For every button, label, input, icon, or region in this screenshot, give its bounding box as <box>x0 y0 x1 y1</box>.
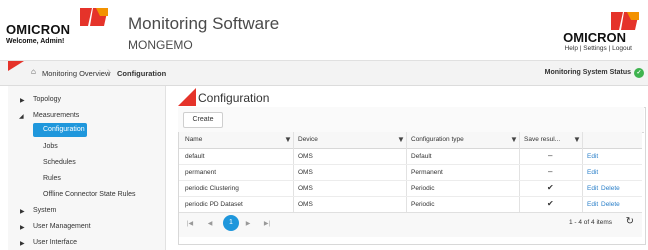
header-links: Help | Settings | Logout <box>565 45 632 52</box>
delete-link[interactable]: Delete <box>601 201 620 208</box>
create-button[interactable]: Create <box>183 112 223 128</box>
cell-type: Permanent <box>411 169 443 176</box>
sidebar-item-measurements[interactable]: Measurements <box>33 112 79 119</box>
sidebar-item-user-management[interactable]: User Management <box>33 223 91 230</box>
cell-device: OMS <box>298 185 313 192</box>
omicron-logo-mark-right <box>611 12 639 30</box>
last-page-icon[interactable]: ▶| <box>261 218 273 230</box>
chevron-right-icon[interactable]: ▶ <box>20 97 25 104</box>
cell-type: Periodic <box>411 201 435 208</box>
breadcrumb-current: Configuration <box>117 69 167 78</box>
status-label[interactable]: Monitoring System Status <box>545 69 631 76</box>
cell-device: OMS <box>298 169 313 176</box>
chevron-right-icon: › <box>107 66 111 77</box>
chevron-down-icon[interactable]: ◢ <box>19 113 24 120</box>
edit-link[interactable]: Edit <box>587 169 598 176</box>
filter-icon[interactable]: ▼ <box>510 135 518 144</box>
app-header: OMICRON Welcome, Admin! Monitoring Softw… <box>0 0 648 61</box>
logout-link[interactable]: Logout <box>612 45 632 52</box>
cell-type: Default <box>411 153 432 160</box>
cell-name: permanent <box>185 169 217 176</box>
checkmark-icon: ✔ <box>547 199 554 208</box>
cell-name: periodic PD Dataset <box>185 201 243 208</box>
next-page-icon[interactable]: ▶ <box>242 218 254 230</box>
delete-link[interactable]: Delete <box>601 185 620 192</box>
dash-icon: – <box>548 167 553 176</box>
sidebar-item-offline-connector-state-rules[interactable]: Offline Connector State Rules <box>43 191 135 198</box>
cell-name: periodic Clustering <box>185 185 239 192</box>
sidebar-item-rules[interactable]: Rules <box>43 175 61 182</box>
edit-link[interactable]: Edit <box>587 153 598 160</box>
column-header-configuration-type[interactable]: Configuration type <box>411 136 464 143</box>
edit-link[interactable]: Edit <box>587 201 598 208</box>
omicron-logo-mark <box>80 8 108 26</box>
checkmark-icon: ✔ <box>547 183 554 192</box>
home-icon[interactable]: ⌂ <box>31 67 36 76</box>
column-header-save-results[interactable]: Save resul... <box>524 136 560 143</box>
grid-toolbar <box>178 107 644 133</box>
filter-icon[interactable]: ▼ <box>284 135 292 144</box>
pager-summary: 1 - 4 of 4 items <box>569 219 612 226</box>
sidebar-item-schedules[interactable]: Schedules <box>43 159 76 166</box>
sidebar-item-configuration[interactable]: Configuration <box>33 123 87 137</box>
sidebar-item-label: Configuration <box>43 126 85 133</box>
header-red-corner <box>8 61 24 71</box>
prev-page-icon[interactable]: ◀ <box>204 218 216 230</box>
cell-name: default <box>185 153 205 160</box>
settings-link[interactable]: Settings <box>583 45 607 52</box>
page-title: Configuration <box>198 91 270 105</box>
app-subtitle: MONGEMO <box>128 38 193 52</box>
app-title: Monitoring Software <box>128 14 280 33</box>
sidebar-item-system[interactable]: System <box>33 207 56 214</box>
help-link[interactable]: Help <box>565 45 578 52</box>
column-header-device[interactable]: Device <box>298 136 318 143</box>
cell-type: Periodic <box>411 185 435 192</box>
cell-device: OMS <box>298 153 313 160</box>
page-button-current[interactable]: 1 <box>223 215 239 231</box>
chevron-right-icon[interactable]: ▶ <box>20 224 25 231</box>
refresh-icon[interactable]: ↻ <box>626 216 634 227</box>
chevron-right-icon[interactable]: ▶ <box>20 240 25 247</box>
sidebar-item-jobs[interactable]: Jobs <box>43 143 58 150</box>
filter-icon[interactable]: ▼ <box>397 135 405 144</box>
breadcrumb-home[interactable]: Monitoring Overview <box>42 69 110 78</box>
chevron-right-icon[interactable]: ▶ <box>20 208 25 215</box>
edit-link[interactable]: Edit <box>587 185 598 192</box>
sidebar-item-user-interface[interactable]: User Interface <box>33 239 77 246</box>
filter-icon[interactable]: ▼ <box>573 135 581 144</box>
sidebar-item-topology[interactable]: Topology <box>33 96 61 103</box>
dash-icon: – <box>548 151 553 160</box>
cell-device: OMS <box>298 201 313 208</box>
welcome-text: Welcome, Admin! <box>6 38 65 45</box>
first-page-icon[interactable]: |◀ <box>184 218 196 230</box>
column-header-name[interactable]: Name <box>185 136 202 143</box>
brand-name: OMICRON <box>6 22 71 37</box>
title-red-corner <box>178 88 196 106</box>
brand-name-right: OMICRON <box>563 30 626 45</box>
check-circle-icon[interactable]: ✓ <box>634 68 644 78</box>
